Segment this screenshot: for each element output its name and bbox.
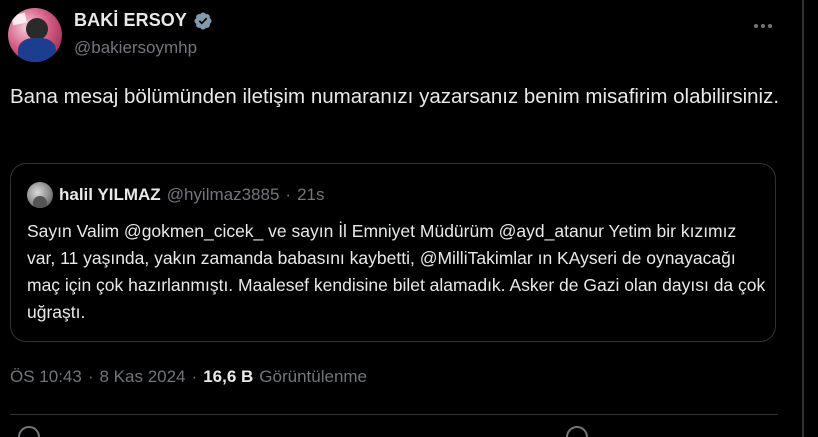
quoted-time-ago: 21s [297,185,325,204]
quoted-tweet-text: Sayın Valim @gokmen_cicek_ ve sayın İl E… [27,221,766,322]
quoted-separator: · [285,185,292,204]
tweet-time[interactable]: ÖS 10:43 [10,367,82,387]
share-icon[interactable] [566,426,588,437]
tweet-date[interactable]: 8 Kas 2024 [100,367,186,387]
quoted-tweet-header: halil YILMAZ @hyilmaz3885 · 21s [27,182,325,208]
quoted-author-name: halil YILMAZ [59,185,161,204]
quoted-author-handle: @hyilmaz3885 [166,185,280,204]
action-bar-divider [10,414,778,415]
author-name-row: BAKİ ERSOY [74,10,213,31]
tweet-meta: ÖS 10:43 · 8 Kas 2024 · 16,6 B Görüntüle… [10,367,367,387]
tweet-header: BAKİ ERSOY @bakiersoymhp [8,6,778,66]
author-avatar[interactable] [8,8,62,62]
more-horizontal-icon[interactable] [748,14,778,38]
verified-badge-icon [194,11,212,30]
reply-icon[interactable] [18,426,40,437]
tweet-text: Bana mesaj bölümünden iletişim numaranız… [10,85,780,108]
quoted-author-avatar [27,182,53,208]
author-handle[interactable]: @bakiersoymhp [74,38,197,58]
quoted-tweet[interactable]: halil YILMAZ @hyilmaz3885 · 21s Sayın Va… [10,163,776,342]
action-bar [0,426,800,437]
meta-separator: · [87,367,94,386]
author-display-name[interactable]: BAKİ ERSOY [74,10,187,31]
views-label: Görüntülenme [259,367,368,386]
views-count: 16,6 B [203,367,254,386]
meta-separator: · [191,367,198,386]
timeline-border [802,0,804,437]
